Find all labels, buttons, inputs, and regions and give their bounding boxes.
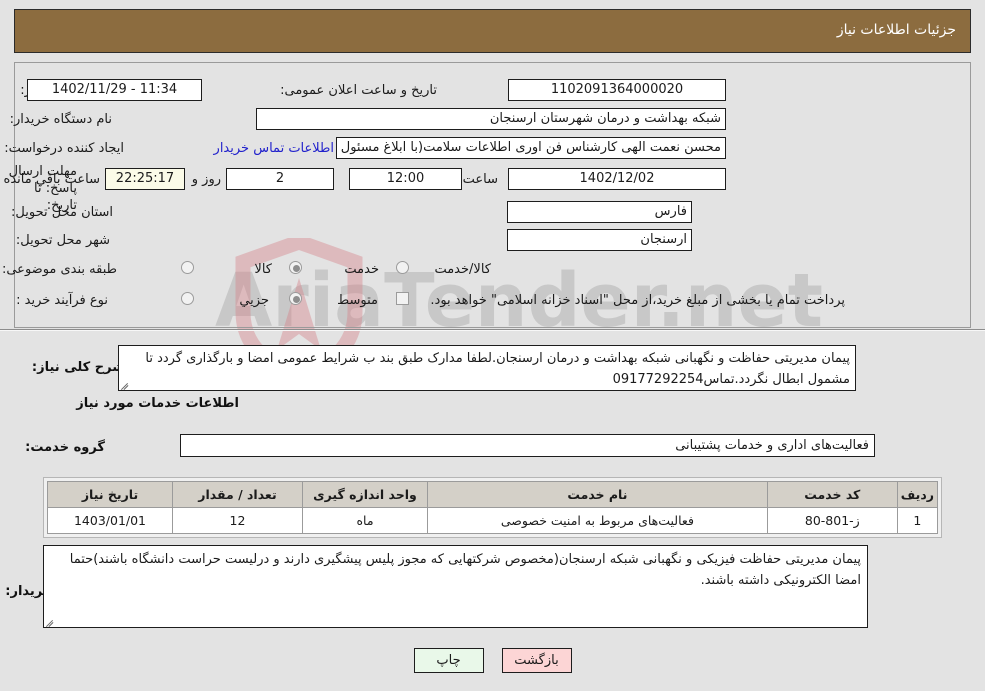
radio-category-goods-label: کالا xyxy=(254,262,272,277)
need-info-panel xyxy=(14,62,971,328)
cell-service-name: فعالیت‌های مربوط به امنیت خصوصی xyxy=(427,507,768,534)
category-label: طبقه بندی موضوعی: xyxy=(1,262,117,277)
th-unit: واحد اندازه گیری xyxy=(302,481,428,508)
city-field[interactable]: ارسنجان xyxy=(507,229,692,251)
buyer-org-field[interactable]: شبکه بهداشت و درمان شهرستان ارسنجان xyxy=(256,108,726,130)
province-label: استان محل تحویل: xyxy=(11,205,113,220)
cell-unit: ماه xyxy=(302,507,428,534)
radio-category-goods-service[interactable] xyxy=(396,261,409,274)
page-root: AriaTender.net جزئیات اطلاعات نیاز شماره… xyxy=(0,0,985,691)
general-description-textarea[interactable]: پیمان مدیریتی حفاظت و نگهبانی شبکه بهداش… xyxy=(118,345,856,391)
buyer-notes-textarea[interactable]: پیمان مدیریتی حفاظت فیزیکی و نگهبانی شبک… xyxy=(43,545,868,628)
page-title: جزئیات اطلاعات نیاز xyxy=(836,22,956,38)
services-table: ردیف کد خدمت نام خدمت واحد اندازه گیری ت… xyxy=(47,481,939,534)
back-button[interactable]: بازگشت xyxy=(501,648,572,673)
buyer-contact-link[interactable]: اطلاعات تماس خریدار xyxy=(214,141,334,156)
table-header-row: ردیف کد خدمت نام خدمت واحد اندازه گیری ت… xyxy=(47,481,939,508)
radio-category-service-label: خدمت xyxy=(344,262,379,277)
announce-datetime-field[interactable]: 11:34 - 1402/11/29 xyxy=(27,79,202,101)
radio-process-medium-label: متوسط xyxy=(337,293,378,308)
announce-datetime-label: تاریخ و ساعت اعلان عمومی: xyxy=(280,83,437,98)
radio-process-medium[interactable] xyxy=(289,292,302,305)
th-row-number: ردیف xyxy=(896,481,939,508)
services-section-title: اطلاعات خدمات مورد نیاز xyxy=(76,396,239,411)
remaining-days-label: روز و xyxy=(191,172,221,187)
service-group-field[interactable]: فعالیت‌های اداری و خدمات پشتیبانی xyxy=(180,434,875,457)
print-button[interactable]: چاپ xyxy=(413,648,484,673)
request-creator-label: ایجاد کننده درخواست: xyxy=(4,141,124,156)
title-bar: جزئیات اطلاعات نیاز xyxy=(14,9,971,53)
th-service-code: کد خدمت xyxy=(766,481,898,508)
deadline-date-field[interactable]: 1402/12/02 xyxy=(508,168,726,190)
purchase-process-label: نوع فرآیند خرید : xyxy=(16,293,108,308)
radio-process-minor-label: جزيي xyxy=(239,293,269,308)
th-service-name: نام خدمت xyxy=(427,481,768,508)
radio-category-service[interactable] xyxy=(289,261,302,274)
checkbox-islamic-treasury-label: پرداخت تمام یا بخشی از مبلغ خرید،از محل … xyxy=(430,293,845,308)
remaining-days-field[interactable]: 2 xyxy=(226,168,334,190)
checkbox-islamic-treasury[interactable] xyxy=(396,292,409,305)
deadline-hour-label: ساعت xyxy=(462,172,498,187)
th-quantity: تعداد / مقدار xyxy=(172,481,303,508)
cell-service-code: ز-801-80 xyxy=(766,507,898,534)
province-field[interactable]: فارس xyxy=(507,201,692,223)
footer-actions: بازگشت چاپ xyxy=(0,648,985,673)
cell-quantity: 12 xyxy=(172,507,303,534)
section-divider xyxy=(0,329,985,331)
radio-category-goods-service-label: کالا/خدمت xyxy=(434,262,491,277)
radio-process-minor[interactable] xyxy=(181,292,194,305)
services-table-wrapper: ردیف کد خدمت نام خدمت واحد اندازه گیری ت… xyxy=(43,477,942,538)
buyer-org-label: نام دستگاه خریدار: xyxy=(9,112,112,127)
table-row: 1 ز-801-80 فعالیت‌های مربوط به امنیت خصو… xyxy=(47,507,939,534)
request-creator-field[interactable]: محسن نعمت الهی کارشناس فن اوری اطلاعات س… xyxy=(336,137,726,159)
cell-row-number: 1 xyxy=(896,507,939,534)
need-number-field[interactable]: 1102091364000020 xyxy=(508,79,726,101)
th-need-date: تاریخ نیاز xyxy=(47,481,173,508)
city-label: شهر محل تحویل: xyxy=(15,233,110,248)
general-description-label: شرح کلی نیاز: xyxy=(31,360,125,375)
countdown-timer-field: 22:25:17 xyxy=(105,168,185,190)
radio-category-goods[interactable] xyxy=(181,261,194,274)
countdown-label: ساعت باقي مانده xyxy=(3,172,100,187)
service-group-label: گروه خدمت: xyxy=(25,440,105,455)
deadline-hour-field[interactable]: 12:00 xyxy=(349,168,462,190)
cell-need-date: 1403/01/01 xyxy=(47,507,173,534)
